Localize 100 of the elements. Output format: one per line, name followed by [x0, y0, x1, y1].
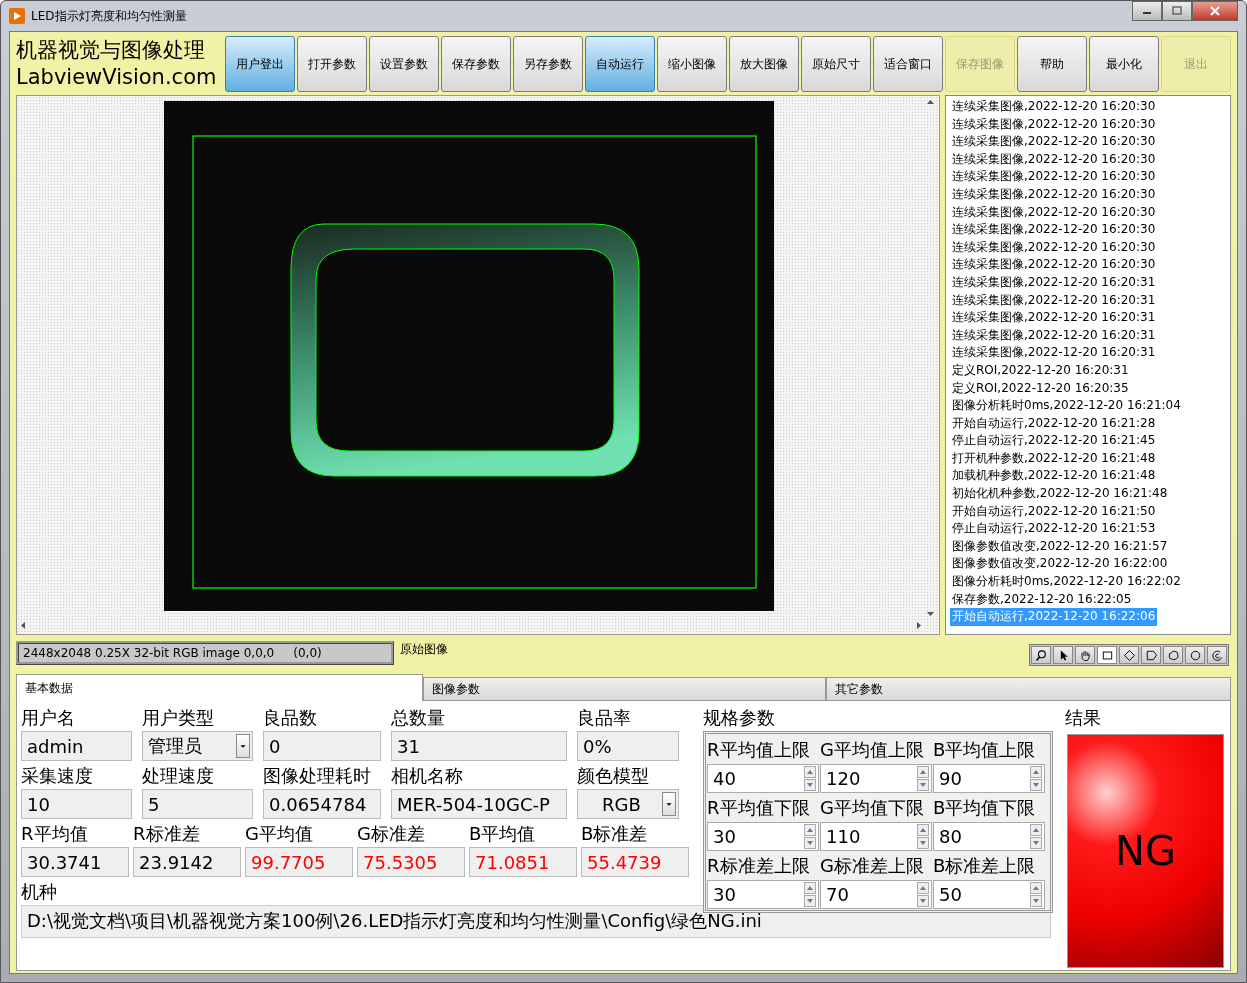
number-field[interactable]: 30: [707, 880, 819, 909]
log-entry[interactable]: 定义ROI,2022-12-20 16:20:35: [950, 379, 1131, 398]
value-field[interactable]: 10: [21, 789, 132, 819]
log-entry[interactable]: 连续采集图像,2022-12-20 16:20:30: [950, 185, 1158, 204]
number-field[interactable]: 30: [707, 822, 819, 851]
log-entry[interactable]: 连续采集图像,2022-12-20 16:20:30: [950, 221, 1158, 239]
log-entry[interactable]: 图像分析耗时0ms,2022-12-20 16:22:02: [950, 573, 1183, 591]
number-field[interactable]: 110: [820, 822, 932, 851]
pointer-tool-button[interactable]: [1053, 646, 1073, 664]
close-button[interactable]: [1192, 1, 1238, 21]
number-field[interactable]: 90: [933, 764, 1045, 793]
number-field[interactable]: 120: [820, 764, 932, 793]
log-entry[interactable]: 开始自动运行,2022-12-20 16:21:50: [950, 502, 1158, 521]
scroll-down-icon[interactable]: [926, 609, 935, 618]
log-entry[interactable]: 定义ROI,2022-12-20 16:20:31: [950, 361, 1131, 380]
caret-icon[interactable]: [236, 734, 250, 758]
increment-icon[interactable]: [917, 824, 929, 836]
log-entry[interactable]: 连续采集图像,2022-12-20 16:20:30: [950, 98, 1158, 116]
log-entry[interactable]: 连续采集图像,2022-12-20 16:20:30: [950, 115, 1158, 134]
tab[interactable]: 图像参数: [423, 677, 826, 701]
rectangle-tool-button[interactable]: [1097, 646, 1117, 664]
number-field[interactable]: 70: [820, 880, 932, 909]
oval-tool-button[interactable]: [1185, 646, 1205, 664]
tab[interactable]: 其它参数: [826, 677, 1231, 701]
toolbar-button[interactable]: 自动运行: [585, 36, 655, 92]
log-entry[interactable]: 连续采集图像,2022-12-20 16:20:30: [950, 203, 1158, 222]
maximize-icon[interactable]: [1172, 6, 1182, 16]
dropdown[interactable]: 管理员: [142, 731, 253, 761]
log-entry[interactable]: 打开机种参数,2022-12-20 16:21:48: [950, 449, 1158, 468]
tab[interactable]: 基本数据: [16, 674, 423, 701]
log-entry[interactable]: 保存参数,2022-12-20 16:22:05: [950, 590, 1134, 609]
toolbar-button[interactable]: 用户登出: [225, 36, 295, 92]
toolbar-button[interactable]: 帮助: [1017, 36, 1087, 92]
increment-icon[interactable]: [804, 882, 816, 894]
value-field[interactable]: MER-504-10GC-P: [391, 789, 567, 819]
zoom-tool-button[interactable]: [1031, 646, 1051, 664]
polygon-tool-button[interactable]: [1141, 646, 1161, 664]
log-entry[interactable]: 停止自动运行,2022-12-20 16:21:45: [950, 432, 1158, 450]
increment-icon[interactable]: [804, 766, 816, 778]
toolbar-button[interactable]: 打开参数: [297, 36, 367, 92]
log-entry[interactable]: 加载机种参数,2022-12-20 16:21:48: [950, 467, 1158, 486]
decrement-icon[interactable]: [804, 779, 816, 791]
decrement-icon[interactable]: [917, 837, 929, 849]
number-field[interactable]: 40: [707, 764, 819, 793]
value-field[interactable]: 5: [142, 789, 253, 819]
minimize-button[interactable]: [1132, 1, 1162, 21]
log-entry[interactable]: 连续采集图像,2022-12-20 16:20:30: [950, 150, 1158, 169]
path-field[interactable]: D:\视觉文档\项目\机器视觉方案100例\26.LED指示灯亮度和均匀性测量\Config\绿色NG.ini: [21, 905, 1051, 938]
log-entry[interactable]: 连续采集图像,2022-12-20 16:20:31: [950, 273, 1158, 292]
toolbar-button[interactable]: 原始尺寸: [801, 36, 871, 92]
decrement-icon[interactable]: [1030, 779, 1042, 791]
pan-tool-button[interactable]: [1075, 646, 1095, 664]
decrement-icon[interactable]: [1030, 895, 1042, 907]
log-entry[interactable]: 停止自动运行,2022-12-20 16:21:53: [950, 520, 1158, 538]
log-entry[interactable]: 连续采集图像,2022-12-20 16:20:30: [950, 256, 1158, 274]
log-entry[interactable]: 连续采集图像,2022-12-20 16:20:31: [950, 326, 1158, 345]
log-entry[interactable]: 连续采集图像,2022-12-20 16:20:30: [950, 168, 1158, 186]
increment-icon[interactable]: [1030, 766, 1042, 778]
increment-icon[interactable]: [804, 824, 816, 836]
decrement-icon[interactable]: [917, 895, 929, 907]
maximize-button[interactable]: [1162, 1, 1192, 21]
log-entry[interactable]: 连续采集图像,2022-12-20 16:20:30: [950, 238, 1158, 257]
scroll-up-icon[interactable]: [926, 98, 935, 107]
annulus-tool-button[interactable]: [1207, 646, 1227, 664]
log-entry[interactable]: 开始自动运行,2022-12-20 16:21:28: [950, 414, 1158, 433]
decrement-icon[interactable]: [1030, 837, 1042, 849]
caret-icon[interactable]: [662, 792, 676, 816]
log-entry[interactable]: 连续采集图像,2022-12-20 16:20:30: [950, 133, 1158, 151]
toolbar-button[interactable]: 放大图像: [729, 36, 799, 92]
log-entry[interactable]: 初始化机种参数,2022-12-20 16:21:48: [950, 485, 1170, 503]
toolbar-button[interactable]: 保存参数: [441, 36, 511, 92]
decrement-icon[interactable]: [917, 779, 929, 791]
log-entry[interactable]: 连续采集图像,2022-12-20 16:20:31: [950, 344, 1158, 362]
toolbar-button[interactable]: 设置参数: [369, 36, 439, 92]
log-entry[interactable]: 连续采集图像,2022-12-20 16:20:31: [950, 291, 1158, 310]
increment-icon[interactable]: [917, 766, 929, 778]
increment-icon[interactable]: [1030, 824, 1042, 836]
toolbar-button[interactable]: 缩小图像: [657, 36, 727, 92]
value-field[interactable]: 0: [263, 731, 381, 761]
log-entry[interactable]: 图像参数值改变,2022-12-20 16:22:00: [950, 555, 1170, 574]
log-entry[interactable]: 连续采集图像,2022-12-20 16:20:31: [950, 309, 1158, 327]
toolbar-button[interactable]: 另存参数: [513, 36, 583, 92]
scroll-right-icon[interactable]: [914, 621, 923, 630]
decrement-icon[interactable]: [804, 895, 816, 907]
dropdown[interactable]: RGB: [577, 789, 679, 819]
freehand-tool-button[interactable]: [1163, 646, 1183, 664]
value-field[interactable]: admin: [21, 731, 132, 761]
toolbar-button[interactable]: 最小化: [1089, 36, 1159, 92]
number-field[interactable]: 80: [933, 822, 1045, 851]
toolbar-button[interactable]: 适合窗口: [873, 36, 943, 92]
value-field[interactable]: 0%: [577, 731, 679, 761]
increment-icon[interactable]: [1030, 882, 1042, 894]
value-field[interactable]: 0.0654784: [263, 789, 381, 819]
log-entry[interactable]: 图像参数值改变,2022-12-20 16:21:57: [950, 537, 1170, 556]
log-entry[interactable]: 图像分析耗时0ms,2022-12-20 16:21:04: [950, 397, 1183, 415]
close-icon[interactable]: [1210, 6, 1220, 16]
scroll-left-icon[interactable]: [19, 621, 28, 630]
increment-icon[interactable]: [917, 882, 929, 894]
rotated-rectangle-tool-button[interactable]: [1119, 646, 1139, 664]
value-field[interactable]: 31: [391, 731, 567, 761]
